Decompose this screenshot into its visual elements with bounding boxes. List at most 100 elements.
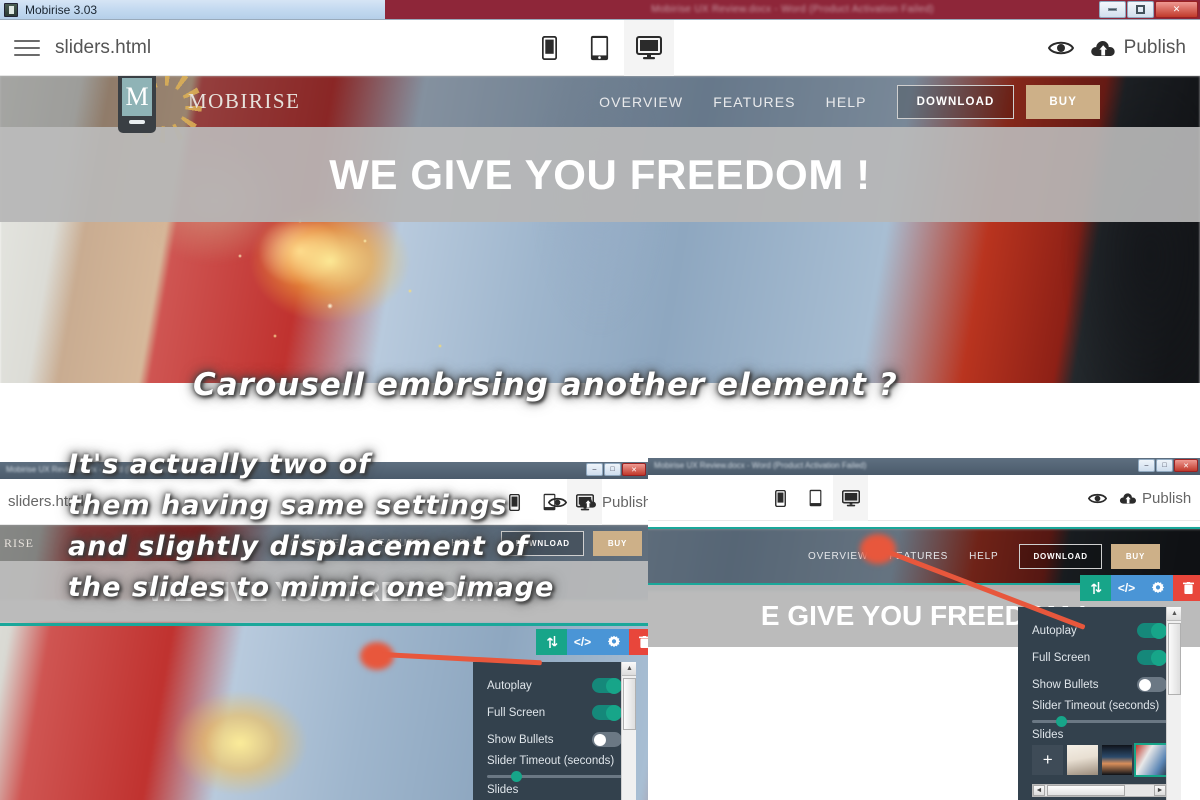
- inset-right-close[interactable]: ✕: [1174, 459, 1198, 472]
- scroll-right-arrow[interactable]: ►: [1154, 785, 1166, 796]
- page-filename: sliders.html: [55, 36, 152, 58]
- device-phone-button[interactable]: [524, 20, 574, 76]
- code-icon[interactable]: </>: [1111, 575, 1142, 601]
- inset-right-publish-button[interactable]: Publish: [1119, 490, 1191, 507]
- logo-home-button: [129, 119, 145, 124]
- inset-right-window-controls: – □ ✕: [1138, 459, 1198, 472]
- gear-icon[interactable]: [1142, 575, 1173, 601]
- inset-right-device-desktop[interactable]: [833, 475, 868, 521]
- scroll-thumb[interactable]: [1168, 623, 1181, 695]
- eye-icon[interactable]: [548, 496, 567, 509]
- screenshot-root: Mobirise UX Review.docx - Word (Product …: [0, 0, 1200, 800]
- device-preview-switcher: [524, 20, 674, 76]
- hamburger-icon[interactable]: [14, 38, 40, 58]
- app-title: Mobirise 3.03: [25, 2, 98, 17]
- inset-left-maximize[interactable]: □: [604, 463, 621, 476]
- publish-button[interactable]: Publish: [1090, 37, 1186, 59]
- brand-logo[interactable]: M MOBIRISE: [118, 76, 301, 143]
- device-desktop-button[interactable]: [624, 20, 674, 76]
- inset-right-menu-features[interactable]: FEATURES: [889, 551, 948, 562]
- slider-timeout-control[interactable]: [473, 767, 636, 782]
- add-slide-button[interactable]: +: [1032, 745, 1064, 775]
- eye-icon[interactable]: [1047, 39, 1074, 57]
- device-tablet-button[interactable]: [574, 20, 624, 76]
- move-updown-icon[interactable]: [1080, 575, 1111, 601]
- trash-icon[interactable]: [1173, 575, 1200, 601]
- window-controls: ✕: [1099, 1, 1198, 18]
- trash-icon[interactable]: [629, 629, 660, 655]
- slider-thumb[interactable]: [1056, 716, 1068, 727]
- inset-right-device-tablet[interactable]: [798, 475, 833, 521]
- inset-right-minimize[interactable]: –: [1138, 459, 1155, 472]
- setting-label: Full Screen: [487, 706, 546, 719]
- phone-icon: [541, 36, 557, 60]
- hero-title-band: WE GIVE YOU FREEDOM !: [0, 127, 1200, 222]
- scroll-up-arrow[interactable]: ▲: [1167, 607, 1181, 621]
- inset-right-maximize[interactable]: □: [1156, 459, 1173, 472]
- phone-icon: [775, 489, 786, 507]
- site-menu-item-overview[interactable]: OVERVIEW: [599, 94, 683, 110]
- inset-left-buy-button[interactable]: BUY: [592, 530, 643, 556]
- slider-track[interactable]: [487, 771, 622, 782]
- slider-timeout-control[interactable]: [1018, 712, 1181, 727]
- site-menu: OVERVIEW FEATURES HELP DOWNLOAD BUY: [599, 76, 1100, 127]
- tablet-icon: [590, 35, 608, 61]
- move-updown-icon[interactable]: [536, 629, 567, 655]
- minimize-button[interactable]: [1099, 1, 1126, 18]
- desktop-icon: [636, 36, 662, 60]
- tablet-icon: [809, 489, 822, 507]
- site-menu-item-features[interactable]: FEATURES: [713, 94, 795, 110]
- slides-thumbnail-list: +: [1018, 741, 1181, 781]
- setting-label: Show Bullets: [1032, 678, 1099, 691]
- background-window-title: Mobirise UX Review.docx - Word (Product …: [651, 4, 934, 15]
- slider-thumb[interactable]: [511, 771, 523, 782]
- inset-right-menu-help[interactable]: HELP: [969, 551, 998, 562]
- brand-name: MOBIRISE: [188, 89, 301, 113]
- fullscreen-toggle[interactable]: [592, 705, 622, 720]
- setting-row-fullscreen: Full Screen: [1018, 644, 1181, 671]
- inset-left-minimize[interactable]: –: [586, 463, 603, 476]
- publish-label: Publish: [1123, 37, 1186, 58]
- hscroll-thumb[interactable]: [1047, 785, 1125, 796]
- close-button[interactable]: ✕: [1155, 1, 1198, 18]
- slides-horizontal-scrollbar[interactable]: ◄ ►: [1032, 784, 1167, 797]
- showbullets-toggle[interactable]: [592, 732, 622, 747]
- scroll-thumb[interactable]: [623, 678, 636, 730]
- slider-timeout-label: Slider Timeout (seconds): [487, 755, 615, 767]
- annotation-question: Carousell embrsing another element ?: [193, 367, 898, 403]
- showbullets-toggle[interactable]: [1137, 677, 1167, 692]
- slider-timeout-label-wrap: Slider Timeout (seconds): [1018, 698, 1181, 712]
- download-button[interactable]: DOWNLOAD: [896, 84, 1015, 119]
- background-window-title-bar: Mobirise UX Review.docx - Word (Product …: [385, 0, 1200, 19]
- eye-icon[interactable]: [1088, 492, 1107, 505]
- inset-left-close[interactable]: ✕: [622, 463, 646, 476]
- inset-right-buy-button[interactable]: BUY: [1110, 543, 1161, 569]
- inset-right-title-bar: Mobirise UX Review.docx - Word (Product …: [648, 458, 1200, 475]
- slider-track[interactable]: [1032, 716, 1167, 727]
- slide-thumbnail-1[interactable]: [1067, 745, 1098, 775]
- slide-thumbnail-3[interactable]: [1134, 743, 1169, 777]
- gear-icon[interactable]: [598, 629, 629, 655]
- autoplay-toggle[interactable]: [1137, 623, 1167, 638]
- scroll-up-arrow[interactable]: ▲: [622, 662, 636, 676]
- inset-right-menu-overview[interactable]: OVERVIEW: [808, 551, 868, 562]
- maximize-button[interactable]: [1127, 1, 1154, 18]
- settings-vertical-scrollbar-right[interactable]: ▲: [1166, 607, 1181, 800]
- slide-thumbnail-2[interactable]: [1101, 745, 1133, 775]
- fullscreen-toggle[interactable]: [1137, 650, 1167, 665]
- setting-row-autoplay: Autoplay: [473, 672, 636, 699]
- inset-left-publish-button[interactable]: Publish: [579, 494, 648, 511]
- buy-button[interactable]: BUY: [1026, 84, 1100, 119]
- autoplay-toggle[interactable]: [592, 678, 622, 693]
- annotation-line-2: them having same settings: [68, 490, 508, 521]
- inset-right-download-button[interactable]: DOWNLOAD: [1019, 543, 1102, 569]
- inset-right-element-toolbar: </>: [1080, 575, 1200, 601]
- inset-left-window-controls: – □ ✕: [586, 463, 646, 476]
- site-menu-item-help[interactable]: HELP: [826, 94, 867, 110]
- inset-right-device-phone[interactable]: [763, 475, 798, 521]
- code-icon[interactable]: </>: [567, 629, 598, 655]
- scroll-left-arrow[interactable]: ◄: [1033, 785, 1045, 796]
- settings-vertical-scrollbar-left[interactable]: ▲: [621, 662, 636, 800]
- setting-row-showbullets: Show Bullets: [473, 726, 636, 753]
- toolbar-right-actions: Publish: [1047, 20, 1186, 76]
